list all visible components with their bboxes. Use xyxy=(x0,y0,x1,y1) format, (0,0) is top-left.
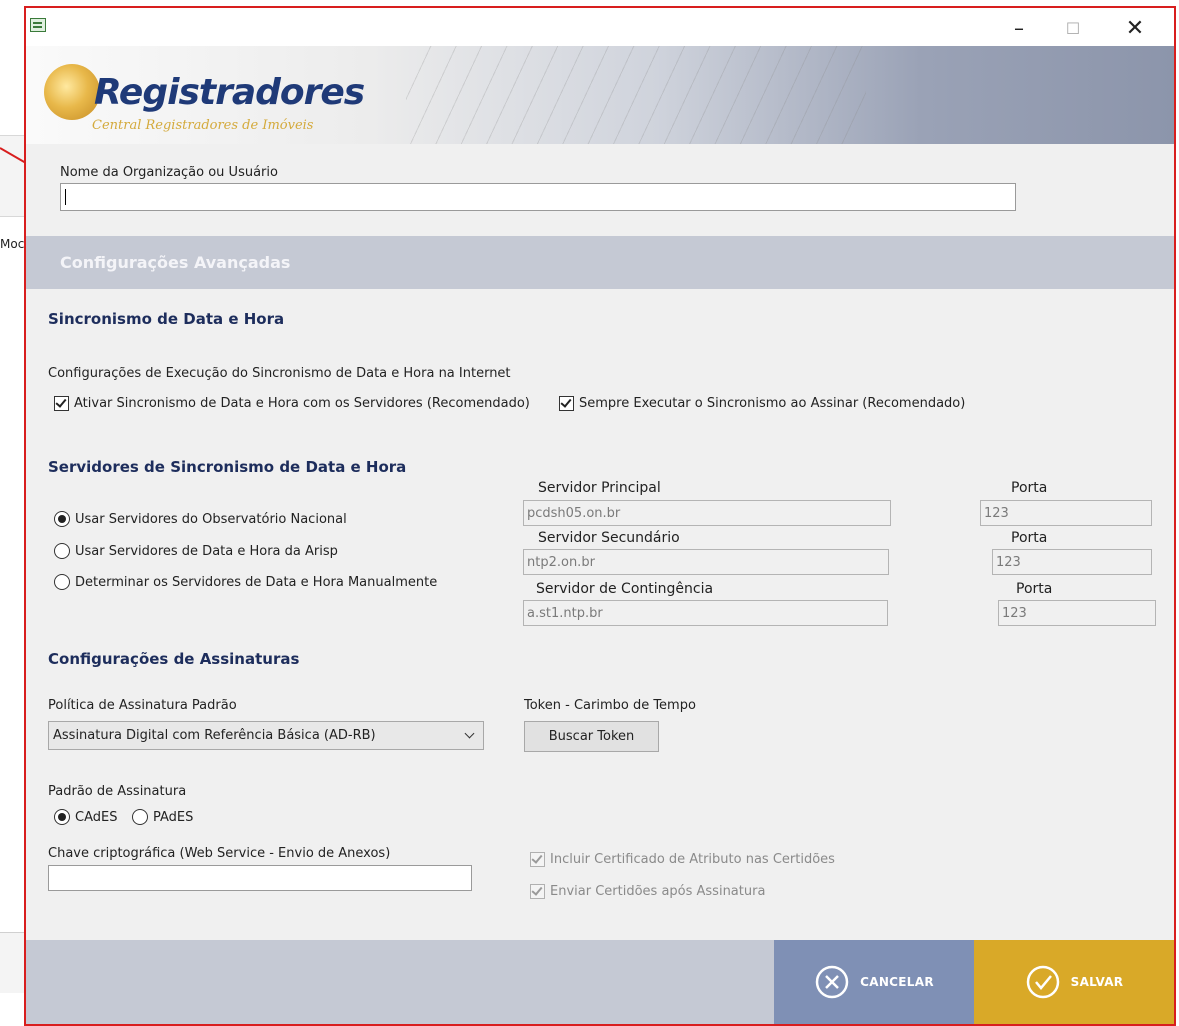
app-icon xyxy=(30,18,46,32)
secondary-port-label: Porta xyxy=(1011,530,1048,546)
cancel-button[interactable]: CANCELAR xyxy=(774,940,974,1024)
sync-section-title: Sincronismo de Data e Hora xyxy=(48,310,285,328)
policy-select[interactable]: Assinatura Digital com Referência Básica… xyxy=(48,721,484,750)
save-check-icon xyxy=(1026,965,1059,999)
primary-server-field[interactable]: pcdsh05.on.br xyxy=(523,500,891,526)
radio-empty-icon xyxy=(132,809,148,825)
organization-label: Nome da Organização ou Usuário xyxy=(60,165,278,180)
enable-sync-label: Ativar Sincronismo de Data e Hora com os… xyxy=(74,396,530,411)
include-certificate-checkbox[interactable]: Incluir Certificado de Atributo nas Cert… xyxy=(530,852,835,867)
secondary-server-label: Servidor Secundário xyxy=(538,530,680,546)
crypto-key-input[interactable] xyxy=(48,865,472,891)
primary-port-label: Porta xyxy=(1011,480,1048,496)
radio-observatorio[interactable]: Usar Servidores do Observatório Nacional xyxy=(54,511,347,527)
advanced-header: Configurações Avançadas xyxy=(26,236,1174,289)
token-label: Token - Carimbo de Tempo xyxy=(524,698,696,713)
radio-empty-icon xyxy=(54,543,70,559)
always-sync-label: Sempre Executar o Sincronismo ao Assinar… xyxy=(579,396,966,411)
cancel-x-icon xyxy=(815,965,849,999)
radio-selected-icon xyxy=(54,511,70,527)
radio-label: CAdES xyxy=(75,809,118,825)
radio-label: Determinar os Servidores de Data e Hora … xyxy=(75,574,438,590)
signatures-section-title: Configurações de Assinaturas xyxy=(48,650,300,668)
radio-selected-icon xyxy=(54,809,70,825)
include-certificate-label: Incluir Certificado de Atributo nas Cert… xyxy=(550,852,835,867)
advanced-title: Configurações Avançadas xyxy=(60,253,291,272)
crypto-key-label: Chave criptográfica (Web Service - Envio… xyxy=(48,846,391,861)
organization-input[interactable] xyxy=(60,183,1016,211)
policy-selected-value: Assinatura Digital com Referência Básica… xyxy=(53,728,376,743)
radio-manual[interactable]: Determinar os Servidores de Data e Hora … xyxy=(54,574,437,590)
logo-title: Registradores xyxy=(94,72,365,113)
cancel-label: CANCELAR xyxy=(860,975,934,989)
servers-section-title: Servidores de Sincronismo de Data e Hora xyxy=(48,458,407,476)
background-text: Moc xyxy=(0,237,25,251)
policy-label: Política de Assinatura Padrão xyxy=(48,698,237,713)
primary-server-label: Servidor Principal xyxy=(538,480,661,496)
radio-arisp[interactable]: Usar Servidores de Data e Hora da Arisp xyxy=(54,543,338,559)
radio-label: PAdES xyxy=(153,809,194,825)
search-token-button[interactable]: Buscar Token xyxy=(524,721,659,752)
checkbox-checked-icon xyxy=(54,396,69,411)
secondary-port-field[interactable]: 123 xyxy=(992,549,1152,575)
standard-label: Padrão de Assinatura xyxy=(48,784,187,799)
header-banner: Registradores Central Registradores de I… xyxy=(26,46,1174,144)
logo-subtitle: Central Registradores de Imóveis xyxy=(92,118,314,133)
chevron-down-icon xyxy=(464,728,475,739)
contingency-server-label: Servidor de Contingência xyxy=(536,581,714,597)
radio-label: Usar Servidores do Observatório Nacional xyxy=(75,511,347,527)
save-label: SALVAR xyxy=(1070,975,1124,989)
minimize-button[interactable]: – xyxy=(996,12,1042,44)
text-caret xyxy=(65,189,66,205)
send-after-label: Enviar Certidões após Assinatura xyxy=(550,884,766,899)
radio-cades[interactable]: CAdES xyxy=(54,809,117,825)
checkbox-checked-icon xyxy=(530,852,545,867)
primary-port-field[interactable]: 123 xyxy=(980,500,1152,526)
maximize-button[interactable]: ☐ xyxy=(1050,12,1096,44)
enable-sync-checkbox[interactable]: Ativar Sincronismo de Data e Hora com os… xyxy=(54,396,530,411)
secondary-server-field[interactable]: ntp2.on.br xyxy=(523,549,889,575)
always-sync-checkbox[interactable]: Sempre Executar o Sincronismo ao Assinar… xyxy=(559,396,965,411)
footer-bar: CANCELAR SALVAR xyxy=(26,940,1174,1024)
checkbox-checked-icon xyxy=(530,884,545,899)
send-after-checkbox[interactable]: Enviar Certidões após Assinatura xyxy=(530,884,765,899)
radio-label: Usar Servidores de Data e Hora da Arisp xyxy=(75,543,338,559)
sync-description: Configurações de Execução do Sincronismo… xyxy=(48,366,511,381)
radio-empty-icon xyxy=(54,574,70,590)
logo-emblem-icon xyxy=(44,64,100,120)
close-button[interactable]: ✕ xyxy=(1112,12,1158,44)
banner-decoration xyxy=(406,46,866,144)
save-button[interactable]: SALVAR xyxy=(974,940,1174,1024)
contingency-port-label: Porta xyxy=(1016,581,1053,597)
checkbox-checked-icon xyxy=(559,396,574,411)
radio-pades[interactable]: PAdES xyxy=(132,809,193,825)
settings-window: – ☐ ✕ Registradores Central Registradore… xyxy=(24,6,1176,1026)
title-bar: – ☐ ✕ xyxy=(26,8,1174,48)
contingency-server-field[interactable]: a.st1.ntp.br xyxy=(523,600,888,626)
background-panel-bottom xyxy=(0,932,26,993)
contingency-port-field[interactable]: 123 xyxy=(998,600,1156,626)
